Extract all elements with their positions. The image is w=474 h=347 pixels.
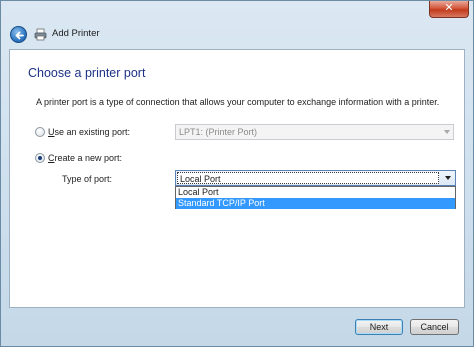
title-bar: ✕ Add Printer [1, 1, 473, 47]
type-of-port-selected-value: Local Port [177, 172, 439, 184]
window-title: Add Printer [52, 28, 100, 39]
back-button[interactable] [10, 26, 27, 43]
printer-icon [34, 28, 47, 41]
type-of-port-select[interactable]: Local Port [175, 170, 456, 186]
use-existing-port-text: se an existing port: [54, 127, 131, 137]
use-existing-port-label[interactable]: Use an existing port: [48, 127, 130, 137]
create-new-port-label[interactable]: Create a new port: [48, 153, 122, 163]
dropdown-option-standard-tcp-ip-port[interactable]: Standard TCP/IP Port [176, 198, 455, 209]
dropdown-arrow-icon [444, 130, 450, 134]
page-heading: Choose a printer port [28, 66, 146, 80]
back-arrow-icon [15, 31, 24, 40]
cancel-button[interactable]: Cancel [410, 319, 459, 335]
use-existing-port-radio[interactable] [35, 127, 45, 137]
dropdown-option-local-port[interactable]: Local Port [176, 187, 455, 198]
type-of-port-dropdown-list: Local Port Standard TCP/IP Port [175, 186, 456, 209]
existing-port-select: LPT1: (Printer Port) [175, 124, 454, 140]
create-new-port-radio[interactable] [35, 153, 45, 163]
type-of-port-label: Type of port: [62, 174, 113, 184]
dropdown-arrow-icon[interactable] [445, 176, 451, 180]
close-icon: ✕ [444, 2, 454, 14]
existing-port-value: LPT1: (Printer Port) [179, 127, 258, 137]
close-button[interactable]: ✕ [429, 1, 469, 18]
page-description: A printer port is a type of connection t… [36, 97, 440, 107]
create-new-port-text: reate a new port: [54, 153, 123, 163]
add-printer-window: ✕ Add Printer Choose a printer port A pr… [0, 0, 474, 347]
next-button[interactable]: Next [355, 319, 403, 335]
